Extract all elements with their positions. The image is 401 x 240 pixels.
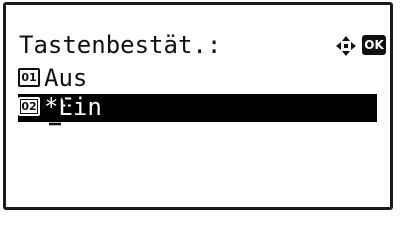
option-label: Aus [44, 64, 88, 92]
option-aus[interactable]: 01 Aus [18, 64, 378, 93]
ok-key-icon: OK [362, 35, 386, 55]
option-number-badge: 01 [18, 68, 40, 87]
option-ein-selected[interactable]: 02 *Ein [18, 93, 377, 126]
four-way-arrow-icon [336, 36, 356, 56]
lcd-screen: Tastenbestät.: OK 01 Aus 02 *Ein [3, 2, 393, 210]
option-label: *Ein [44, 93, 102, 121]
title-row: Tastenbestät.: OK [19, 29, 389, 61]
screen-title: Tastenbestät.: [19, 31, 222, 59]
option-number-badge: 02 [18, 97, 40, 116]
